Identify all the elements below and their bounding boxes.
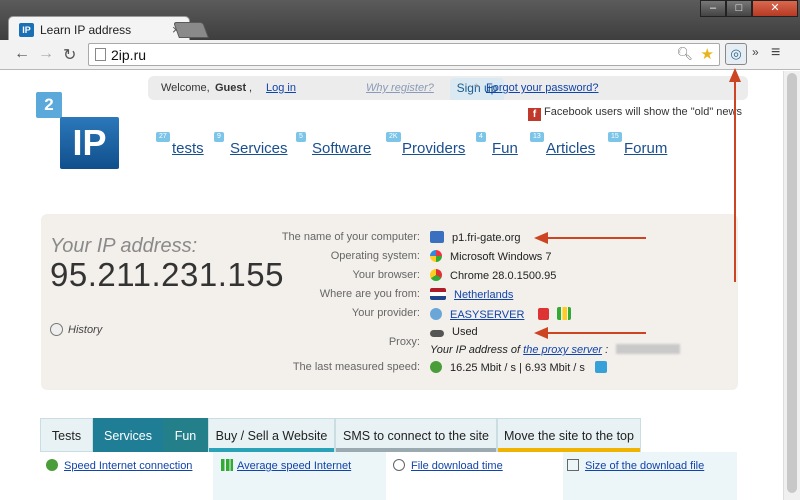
os-value: Microsoft Windows 7 [430, 250, 551, 263]
tab-tests[interactable]: Tests [40, 418, 93, 452]
location-link[interactable]: Netherlands [454, 289, 513, 301]
ip-label: Your IP address: [50, 235, 198, 257]
history-link[interactable]: History [50, 323, 102, 336]
os-label: Operating system: [330, 250, 420, 262]
speed-value: 16.25 Mbit / s | 6.93 Mbit / s [430, 361, 615, 374]
register-link[interactable]: Why register? [366, 82, 434, 94]
back-icon[interactable]: ← [14, 45, 30, 63]
more-extensions-icon[interactable]: » [752, 45, 759, 59]
welcome-text: Welcome, [161, 82, 210, 94]
login-link[interactable]: Log in [266, 82, 296, 94]
forgot-password-link[interactable]: Forgot your password? [486, 82, 599, 94]
forward-icon[interactable]: → [38, 45, 54, 63]
maximize-icon[interactable]: □ [726, 0, 752, 17]
speed-arrow-icon [430, 361, 442, 373]
speed-label: The last measured speed: [292, 361, 420, 373]
proxy-detail: Your IP address of the proxy server : [430, 344, 681, 356]
history-icon [50, 323, 63, 336]
window-close-icon[interactable]: ✕ [752, 0, 798, 17]
scrollbar-thumb[interactable] [787, 73, 797, 493]
page-icon [95, 48, 106, 61]
provider-link[interactable]: EASYSERVER [450, 309, 524, 321]
proxy-value: Used [430, 326, 478, 338]
average-speed-icon [221, 459, 233, 471]
clock-icon [393, 459, 405, 471]
new-tab-button[interactable] [173, 22, 209, 38]
service-links: Speed Internet connection Average speed … [40, 452, 737, 500]
logo-badge: 2 [36, 92, 62, 118]
location-label: Where are you from: [319, 288, 420, 300]
computer-name-value: p1.fri-gate.org [430, 231, 520, 244]
provider-label: Your provider: [351, 307, 420, 319]
proxy-ip-redacted [616, 344, 681, 354]
facebook-icon: f [528, 108, 541, 121]
chrome-icon [430, 269, 442, 281]
proxy-label: Proxy: [388, 336, 420, 348]
file-size-icon [567, 459, 579, 471]
download-time-link[interactable]: File download time [411, 460, 503, 472]
tab-buy-sell[interactable]: Buy / Sell a Website [208, 418, 335, 452]
browser-tab[interactable]: IP Learn IP address × [8, 16, 190, 42]
annotation-arrow-computer [548, 237, 646, 239]
refresh-speed-icon [594, 361, 607, 373]
url-text[interactable]: 2ip.ru [111, 47, 146, 63]
guest-name: Guest [215, 82, 247, 94]
speed-internet-link[interactable]: Speed Internet connection [64, 460, 192, 472]
minimize-icon[interactable]: – [700, 0, 726, 17]
provider-value: EASYSERVER [430, 307, 579, 321]
tab-sms[interactable]: SMS to connect to the site [335, 418, 497, 452]
address-bar[interactable]: 2ip.ru 🔍︎ ★ [88, 43, 720, 66]
browser-value: Chrome 28.0.1500.95 [430, 269, 556, 282]
reload-icon[interactable]: ↻ [63, 45, 76, 65]
facebook-note: f Facebook users will show the "old" news [528, 106, 742, 121]
menu-icon[interactable]: ≡ [771, 44, 780, 62]
browser-label: Your browser: [352, 269, 420, 281]
browser-toolbar: ← → ↻ 2ip.ru 🔍︎ ★ ◎ » ≡ [0, 40, 800, 70]
computer-name-label: The name of your computer: [281, 231, 420, 243]
login-bar: Welcome, Guest , Log in Sign up Why regi… [148, 76, 748, 100]
zoom-icon[interactable]: 🔍︎ [676, 46, 693, 62]
provider-warning-icon [538, 308, 550, 320]
window-controls: – □ ✕ [700, 0, 798, 17]
site-favicon-icon: IP [19, 23, 34, 37]
scrollbar[interactable] [783, 71, 800, 500]
bookmark-star-icon[interactable]: ★ [701, 45, 714, 63]
extension-icon[interactable]: ◎ [725, 43, 747, 65]
tab-title: Learn IP address [40, 23, 132, 37]
ip-address-value: 95.211.231.155 [50, 256, 284, 293]
provider-globe-icon [430, 308, 442, 320]
netherlands-flag-icon [430, 288, 446, 300]
browser-titlebar: IP Learn IP address × – □ ✕ [0, 0, 800, 42]
average-speed-link[interactable]: Average speed Internet [237, 460, 351, 472]
tab-fun[interactable]: Fun [163, 418, 208, 452]
windows-icon [430, 250, 442, 262]
tab-move-top[interactable]: Move the site to the top [497, 418, 641, 452]
location-value: Netherlands [430, 288, 513, 301]
annotation-arrowhead-computer [534, 232, 548, 244]
annotation-arrowhead-extension [729, 68, 741, 82]
tab-services[interactable]: Services [93, 418, 163, 452]
signal-bars-icon [557, 307, 572, 320]
annotation-arrowhead-proxy [534, 327, 548, 339]
download-size-link[interactable]: Size of the download file [585, 460, 704, 472]
annotation-arrow-extension [734, 82, 736, 282]
site-logo[interactable]: IP [60, 117, 119, 169]
proxy-server-link[interactable]: the proxy server [523, 344, 602, 356]
glasses-icon [430, 330, 444, 337]
speed-icon [46, 459, 58, 471]
monitor-icon [430, 231, 444, 243]
annotation-arrow-proxy [548, 332, 646, 334]
